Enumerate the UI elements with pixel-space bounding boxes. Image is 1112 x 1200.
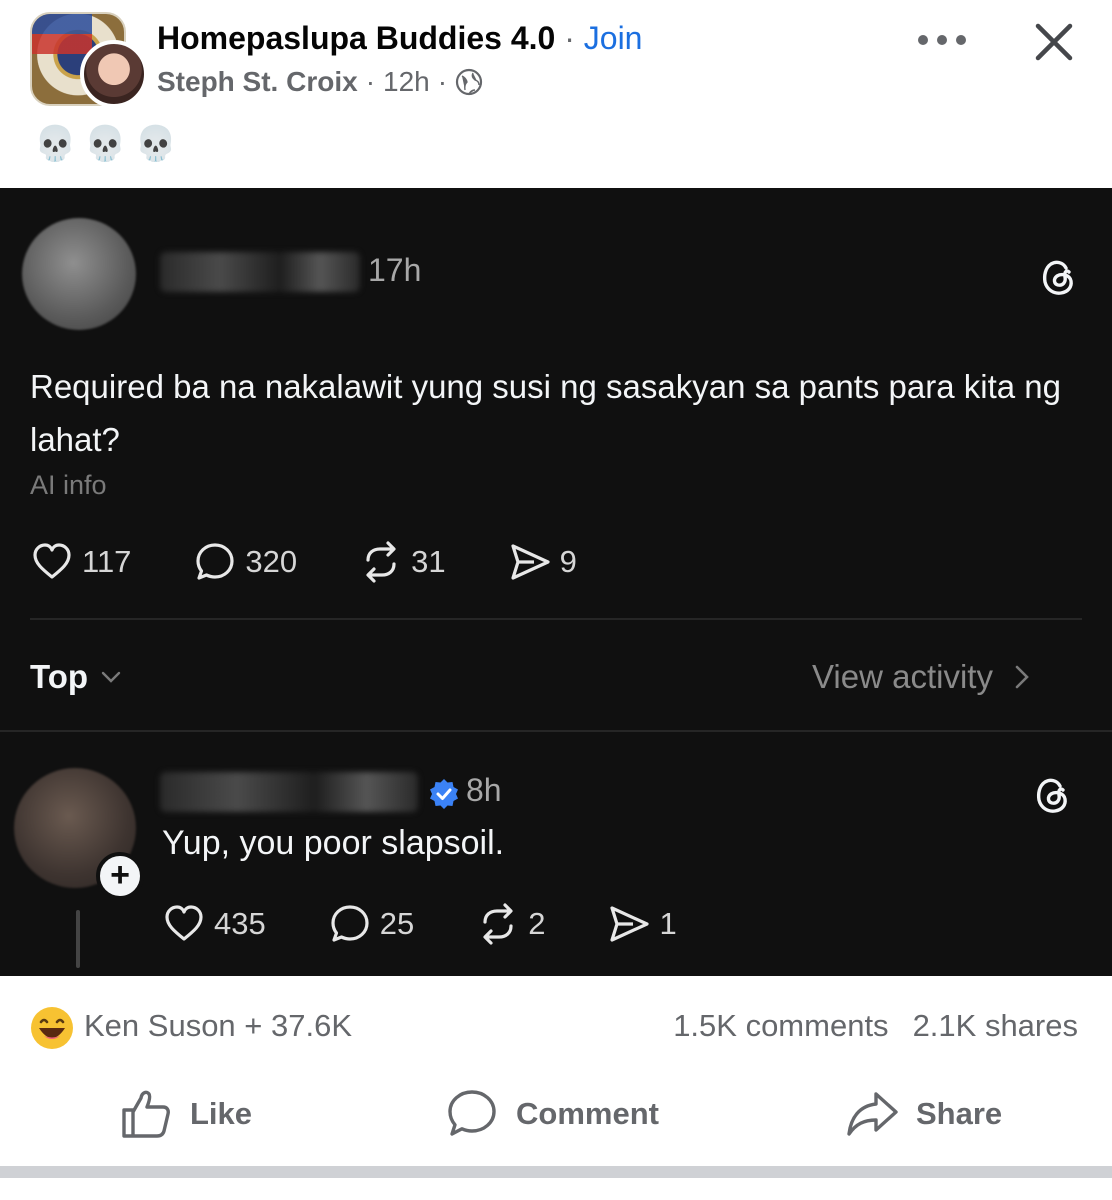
like-label: Like bbox=[190, 1096, 253, 1131]
group-name-link[interactable]: Homepaslupa Buddies 4.0 bbox=[157, 20, 555, 56]
reply-like: 435 bbox=[162, 902, 266, 946]
view-activity-label: View activity bbox=[812, 658, 993, 695]
op-avatar bbox=[22, 218, 136, 330]
comment-bubble-icon bbox=[448, 1090, 496, 1136]
post-header: Homepaslupa Buddies 4.0 · Join Steph St.… bbox=[0, 0, 1112, 188]
chevron-down-icon bbox=[101, 671, 121, 683]
engagement-counts: 1.5K comments 2.1K shares bbox=[673, 1008, 1078, 1044]
repost-icon bbox=[483, 903, 513, 945]
chevron-right-icon bbox=[1015, 665, 1029, 689]
comment-label: Comment bbox=[516, 1096, 659, 1131]
share-count: 1 bbox=[659, 906, 677, 941]
comment-bubble-icon bbox=[196, 543, 235, 580]
thumbs-up-icon bbox=[122, 1090, 170, 1138]
embedded-threads-screenshot[interactable]: 17h Required ba na nakalawit yung susi n… bbox=[0, 188, 1112, 976]
reply-reply: 25 bbox=[328, 902, 414, 946]
op-repost: 31 bbox=[359, 540, 446, 584]
op-text: Required ba na nakalawit yung susi ng sa… bbox=[30, 368, 1061, 458]
reply-time: 8h bbox=[466, 772, 502, 808]
repost-count: 31 bbox=[411, 544, 446, 579]
author-name[interactable]: Steph St. Croix bbox=[157, 66, 358, 98]
join-button[interactable]: Join bbox=[584, 20, 643, 56]
op-reply: 320 bbox=[193, 540, 297, 584]
reply-repost: 2 bbox=[476, 902, 545, 946]
op-share: 9 bbox=[508, 540, 577, 584]
dot-icon bbox=[937, 35, 947, 45]
dot-icon bbox=[956, 35, 966, 45]
haha-reaction-icon[interactable] bbox=[30, 1006, 74, 1050]
reply-count: 320 bbox=[245, 544, 298, 579]
follow-plus-icon: + bbox=[96, 852, 144, 900]
repost-count: 2 bbox=[528, 906, 546, 941]
bottom-separator bbox=[0, 1166, 1112, 1178]
thread-line bbox=[76, 910, 80, 968]
post-meta: Steph St. Croix · 12h · bbox=[157, 66, 483, 98]
separator-dot: · bbox=[437, 66, 448, 97]
like-count: 117 bbox=[82, 544, 132, 579]
comment-bubble-icon bbox=[331, 905, 369, 942]
comments-count[interactable]: 1.5K comments bbox=[673, 1008, 888, 1044]
sort-label: Top bbox=[30, 658, 89, 695]
divider bbox=[30, 618, 1082, 620]
op-time: 17h bbox=[368, 252, 422, 288]
repost-icon bbox=[366, 541, 396, 583]
reply-count: 25 bbox=[379, 906, 415, 941]
share-count: 9 bbox=[559, 544, 577, 579]
post-footer: Ken Suson + 37.6K 1.5K comments 2.1K sha… bbox=[0, 976, 1112, 1200]
view-activity-link: View activity bbox=[812, 658, 1033, 696]
reply-text: Yup, you poor slapsoil. bbox=[162, 824, 505, 862]
heart-icon bbox=[165, 905, 203, 941]
author-avatar[interactable] bbox=[80, 40, 148, 108]
op-like: 117 bbox=[30, 540, 131, 584]
comment-button[interactable]: Comment bbox=[444, 1086, 659, 1142]
shares-count[interactable]: 2.1K shares bbox=[913, 1008, 1078, 1044]
group-title: Homepaslupa Buddies 4.0 · Join bbox=[157, 20, 642, 57]
op-username-blurred bbox=[160, 252, 360, 292]
reply-username-blurred bbox=[160, 772, 418, 812]
dot-icon bbox=[918, 35, 928, 45]
threads-logo-icon bbox=[1042, 260, 1073, 295]
like-count: 435 bbox=[214, 906, 266, 941]
divider bbox=[0, 730, 1112, 732]
share-button[interactable]: Share bbox=[844, 1086, 1002, 1142]
like-button[interactable]: Like bbox=[118, 1086, 252, 1142]
sort-dropdown: Top bbox=[30, 658, 124, 696]
post-caption: 💀💀💀 bbox=[34, 125, 186, 163]
share-label: Share bbox=[916, 1096, 1003, 1131]
action-bar: Like Comment Share bbox=[0, 1086, 1112, 1146]
close-icon[interactable] bbox=[1032, 20, 1076, 64]
send-icon bbox=[610, 906, 650, 942]
heart-icon bbox=[33, 543, 71, 579]
threads-logo-icon bbox=[1036, 778, 1067, 813]
post-time[interactable]: 12h bbox=[383, 66, 430, 98]
separator-dot: · bbox=[365, 66, 376, 97]
verified-badge-icon bbox=[430, 779, 458, 809]
more-options-button[interactable] bbox=[918, 30, 966, 50]
flag-graphic bbox=[32, 14, 92, 54]
globe-icon bbox=[455, 68, 483, 96]
share-arrow-icon bbox=[847, 1092, 898, 1136]
reactions-summary[interactable]: Ken Suson + 37.6K bbox=[84, 1008, 352, 1044]
separator-dot: · bbox=[564, 20, 575, 56]
reply-share: 1 bbox=[607, 902, 677, 946]
reply-actions: 435 25 2 1 bbox=[162, 902, 739, 946]
op-actions: 117 320 31 9 bbox=[30, 540, 639, 584]
ai-info-link: AI info bbox=[30, 470, 107, 500]
send-icon bbox=[511, 544, 550, 580]
